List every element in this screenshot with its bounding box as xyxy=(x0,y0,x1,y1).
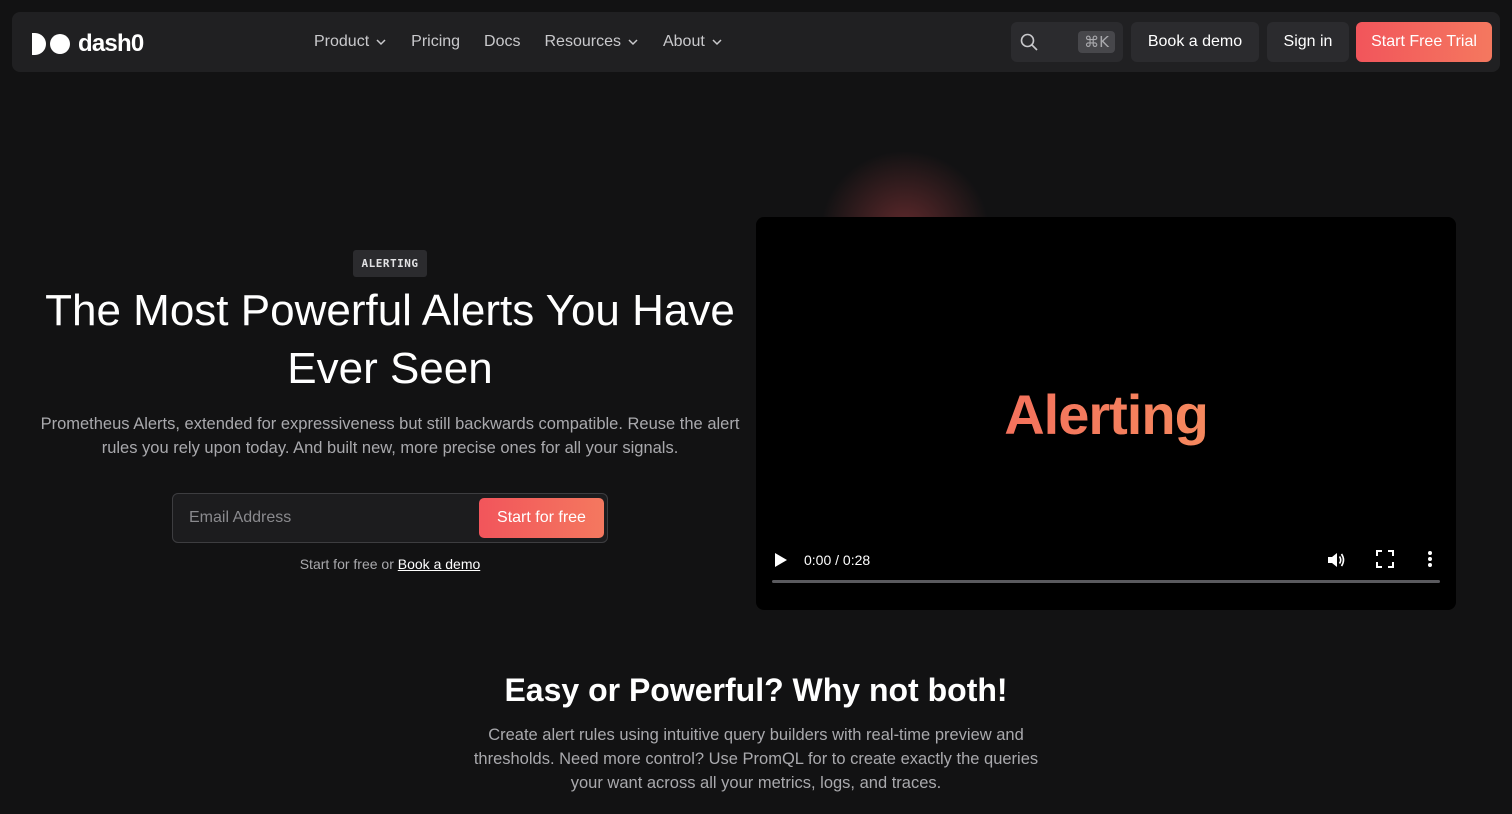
menu-item-resources[interactable]: Resources xyxy=(545,33,639,51)
sign-in-button[interactable]: Sign in xyxy=(1267,22,1349,62)
book-demo-link[interactable]: Book a demo xyxy=(398,556,481,572)
video-frame-title: Alerting xyxy=(756,382,1456,447)
search-shortcut-badge: ⌘K xyxy=(1078,31,1115,53)
menu-item-docs[interactable]: Docs xyxy=(484,33,520,51)
logo[interactable]: dash0 xyxy=(32,30,144,58)
video-progress-bar[interactable] xyxy=(772,580,1440,583)
category-badge: ALERTING xyxy=(353,250,427,277)
signup-note-text: Start for free or xyxy=(299,556,394,572)
menu-item-label: Resources xyxy=(544,33,621,50)
top-navbar: dash0 Product Pricing Docs Resources Abo… xyxy=(12,12,1500,72)
section-subtitle: Create alert rules using intuitive query… xyxy=(473,726,1039,792)
play-icon[interactable] xyxy=(774,552,788,568)
more-options-icon[interactable] xyxy=(1426,550,1434,568)
fullscreen-icon[interactable] xyxy=(1376,550,1394,568)
signup-form: Start for free xyxy=(172,493,608,543)
hero-subtitle: Prometheus Alerts, extended for expressi… xyxy=(40,415,740,457)
menu-item-about[interactable]: About xyxy=(663,33,723,51)
dash0-logo-icon xyxy=(32,33,70,55)
start-for-free-button[interactable]: Start for free xyxy=(479,498,604,538)
hero-title: The Most Powerful Alerts You Have Ever S… xyxy=(45,286,735,393)
search-button[interactable]: ⌘K xyxy=(1011,22,1123,62)
menu-item-label: About xyxy=(662,33,705,50)
menu-item-label: Docs xyxy=(484,33,521,50)
section-title: Easy or Powerful? Why not both! xyxy=(504,672,1008,708)
volume-icon[interactable] xyxy=(1326,550,1346,570)
menu-item-pricing[interactable]: Pricing xyxy=(411,33,460,51)
chevron-down-icon xyxy=(712,39,722,46)
main-menu: Product Pricing Docs Resources About xyxy=(314,12,723,72)
video-controls: 0:00 / 0:28 xyxy=(756,540,1456,610)
signup-note: Start for free or Book a demo xyxy=(40,556,740,572)
chevron-down-icon xyxy=(628,39,638,46)
menu-item-label: Pricing xyxy=(411,33,461,50)
start-free-trial-button[interactable]: Start Free Trial xyxy=(1356,22,1492,62)
email-input[interactable] xyxy=(189,494,469,542)
menu-item-label: Product xyxy=(314,33,370,50)
video-player[interactable]: Alerting 0:00 / 0:28 xyxy=(756,217,1456,610)
logo-text: dash0 xyxy=(78,30,144,57)
chevron-down-icon xyxy=(376,39,386,46)
book-demo-button[interactable]: Book a demo xyxy=(1131,22,1259,62)
video-time: 0:00 / 0:28 xyxy=(804,552,871,568)
search-icon xyxy=(1020,33,1038,51)
menu-item-product[interactable]: Product xyxy=(314,33,387,51)
